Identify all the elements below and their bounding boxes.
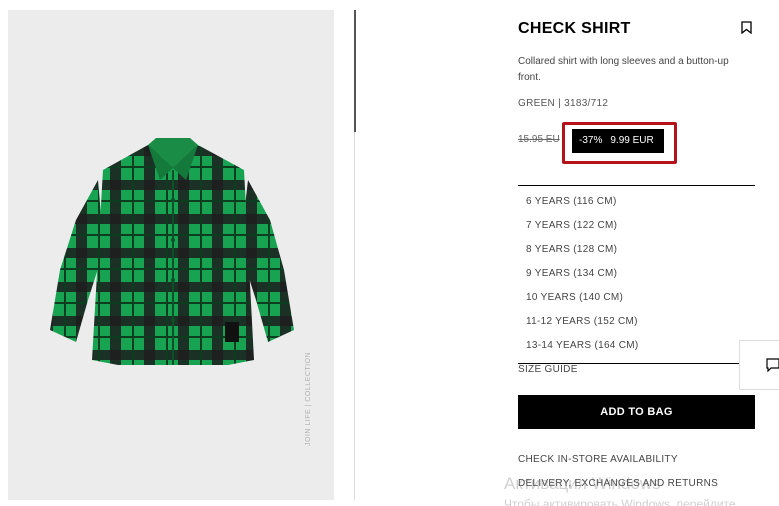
product-description: Collared shirt with long sleeves and a b… <box>518 56 729 83</box>
size-list: 6 YEARS (116 CM) 7 YEARS (122 CM) 8 YEAR… <box>518 185 755 364</box>
size-option[interactable]: 7 YEARS (122 CM) <box>518 214 755 238</box>
chat-icon <box>766 358 779 372</box>
size-option[interactable]: 11-12 YEARS (152 CM) <box>518 310 755 334</box>
new-price: 9.99 EUR <box>610 135 654 146</box>
size-guide-link[interactable]: SIZE GUIDE <box>518 364 578 375</box>
windows-activation-subtext: Чтобы активировать Windows, перейдите <box>504 497 736 506</box>
size-option[interactable]: 9 YEARS (134 CM) <box>518 262 755 286</box>
image-scroll-indicator[interactable] <box>354 10 356 132</box>
size-option[interactable]: 13-14 YEARS (164 CM) <box>518 334 755 358</box>
add-to-bag-button[interactable]: ADD TO BAG <box>518 395 755 429</box>
check-store-availability-link[interactable]: CHECK IN-STORE AVAILABILITY <box>518 454 678 465</box>
check-shirt-image <box>50 138 294 365</box>
size-option[interactable]: 10 YEARS (140 CM) <box>518 286 755 310</box>
size-option[interactable]: 6 YEARS (116 CM) <box>518 190 755 214</box>
product-title: CHECK SHIRT <box>518 20 631 37</box>
image-caption: JOIN LIFE | COLLECTION <box>305 351 312 446</box>
windows-activation-watermark: Активация Windows <box>504 474 661 493</box>
product-image[interactable]: JOIN LIFE | COLLECTION <box>8 10 334 500</box>
chat-button[interactable] <box>739 340 779 390</box>
color-reference: GREEN | 3183/712 <box>518 98 609 109</box>
sale-price-tag: -37% 9.99 EUR <box>572 129 664 153</box>
bookmark-icon[interactable] <box>741 21 752 39</box>
size-option[interactable]: 8 YEARS (128 CM) <box>518 238 755 262</box>
old-price: 15.95 EU <box>518 134 560 145</box>
discount-badge: -37% <box>579 135 603 146</box>
